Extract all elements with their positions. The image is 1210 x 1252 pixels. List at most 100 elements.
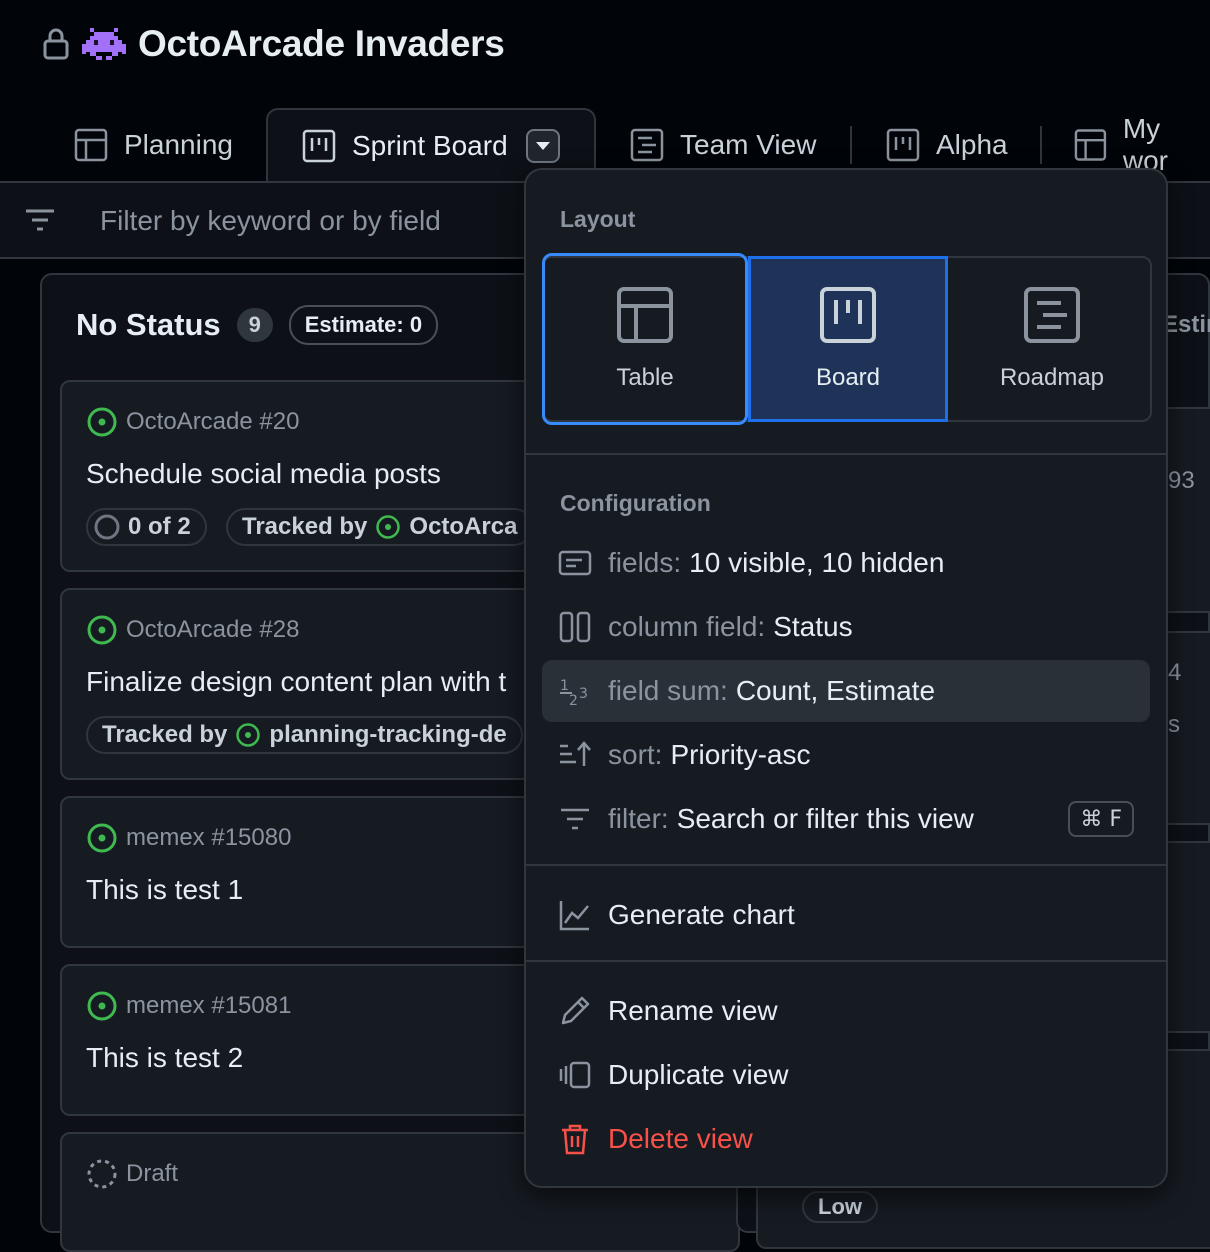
tab-divider bbox=[1040, 126, 1042, 164]
card-ref-fragment: 4 bbox=[1168, 659, 1182, 686]
svg-text:3: 3 bbox=[579, 686, 588, 702]
card-reference[interactable]: OctoArcade #20 bbox=[86, 406, 299, 438]
menu-item-label: Rename view bbox=[608, 995, 778, 1026]
tab-label: Alpha bbox=[936, 129, 1008, 160]
config-value: Count, Estimate bbox=[735, 675, 936, 706]
item-count-badge: 9 bbox=[236, 308, 273, 342]
view-options-button[interactable] bbox=[525, 129, 560, 163]
tab-divider bbox=[850, 126, 852, 164]
table-icon bbox=[1074, 129, 1107, 161]
menu-item-delete-view[interactable]: Delete view bbox=[542, 1108, 1150, 1170]
menu-item-sort[interactable]: sort: Priority-asc bbox=[542, 724, 1150, 786]
keyboard-shortcut: ⌘ F bbox=[1068, 801, 1134, 837]
config-key: field sum: bbox=[608, 675, 728, 706]
project-title: OctoArcade Invaders bbox=[138, 23, 505, 64]
config-value: Search or filter this view bbox=[676, 803, 974, 834]
card-title-fragment: s bbox=[1168, 711, 1180, 738]
tab-label: Planning bbox=[124, 129, 233, 160]
menu-item-fields[interactable]: fields: 10 visible, 10 hidden bbox=[542, 532, 1150, 594]
menu-item-label: Duplicate view bbox=[608, 1059, 789, 1090]
layout-option-board[interactable]: Board bbox=[748, 256, 948, 422]
menu-item-field-sum[interactable]: 123 field sum: Count, Estimate bbox=[542, 660, 1150, 722]
estimate-badge-fragment: Estir bbox=[1162, 311, 1210, 338]
issue-open-icon bbox=[87, 991, 117, 1021]
priority-pill[interactable]: Low bbox=[802, 1191, 878, 1223]
layout-label: Board bbox=[815, 364, 881, 391]
column-header: No Status 9 Estimate: 0 bbox=[76, 305, 439, 345]
tracked-by-pill[interactable]: Tracked by planning-tracking-de bbox=[86, 716, 523, 754]
issue-open-icon bbox=[376, 515, 401, 539]
card-reference[interactable]: OctoArcade #28 bbox=[86, 614, 299, 646]
board-icon bbox=[302, 129, 336, 163]
tab-label: Sprint Board bbox=[352, 130, 508, 161]
chart-icon bbox=[559, 901, 589, 931]
card-reference: Draft bbox=[86, 1158, 178, 1190]
progress-circle-icon bbox=[94, 514, 120, 540]
roadmap-icon bbox=[630, 128, 664, 162]
config-value: Status bbox=[773, 611, 853, 642]
table-icon bbox=[74, 128, 108, 162]
estimate-badge: Estimate: 0 bbox=[288, 305, 439, 345]
card-title[interactable]: Schedule social media posts bbox=[86, 458, 441, 490]
issue-open-icon bbox=[236, 723, 261, 747]
caret-down-icon bbox=[535, 142, 550, 150]
menu-divider bbox=[526, 960, 1166, 962]
card-reference[interactable]: memex #15081 bbox=[86, 990, 291, 1022]
card-title[interactable]: Finalize design content plan with t bbox=[86, 666, 506, 698]
layout-selector: Table Board Roadmap bbox=[542, 253, 1154, 425]
table-icon bbox=[617, 287, 673, 343]
menu-item-duplicate-view[interactable]: Duplicate view bbox=[542, 1044, 1150, 1106]
card-title[interactable]: This is test 2 bbox=[86, 1042, 243, 1074]
lock-icon bbox=[43, 28, 69, 60]
project-header: OctoArcade Invaders Planning Sprint Boar… bbox=[0, 0, 1210, 182]
filter-icon bbox=[561, 808, 589, 830]
card-title[interactable]: This is test 1 bbox=[86, 874, 243, 906]
filter-icon[interactable] bbox=[24, 207, 56, 235]
menu-divider bbox=[526, 864, 1166, 866]
config-key: filter: bbox=[608, 803, 669, 834]
view-options-menu: Layout Table Board Roadmap Configuration… bbox=[524, 168, 1168, 1188]
roadmap-icon bbox=[1024, 287, 1080, 343]
tracked-target: OctoArca bbox=[409, 513, 518, 540]
card-ref-text: Draft bbox=[126, 1160, 179, 1187]
columns-icon bbox=[559, 611, 591, 643]
progress-text: 0 of 2 bbox=[128, 513, 191, 540]
issue-open-icon bbox=[87, 407, 117, 437]
tab-label: Team View bbox=[680, 129, 817, 160]
layout-option-roadmap[interactable]: Roadmap bbox=[950, 256, 1154, 422]
number-icon: 12 3 bbox=[560, 678, 588, 708]
tracked-target: planning-tracking-de bbox=[269, 721, 507, 748]
trash-icon bbox=[562, 1124, 588, 1155]
duplicate-icon bbox=[559, 1061, 591, 1089]
menu-divider bbox=[526, 453, 1166, 455]
card-ref-fragment: 93 bbox=[1168, 467, 1195, 494]
filter-input[interactable]: Filter by keyword or by field bbox=[100, 205, 441, 237]
tracked-label: Tracked by bbox=[102, 721, 228, 748]
config-key: sort: bbox=[608, 739, 663, 770]
menu-item-filter[interactable]: filter: Search or filter this view ⌘ F bbox=[542, 788, 1150, 850]
menu-item-label: Generate chart bbox=[608, 899, 795, 930]
card-ref-text: memex #15080 bbox=[126, 824, 292, 851]
board-icon bbox=[820, 287, 876, 343]
tab-planning[interactable]: Planning bbox=[74, 108, 233, 182]
pencil-icon bbox=[561, 996, 590, 1025]
column-title: No Status bbox=[76, 307, 221, 342]
svg-text:2: 2 bbox=[569, 693, 578, 708]
title-row: OctoArcade Invaders bbox=[42, 22, 505, 66]
layout-section-title: Layout bbox=[560, 206, 636, 232]
sort-asc-icon bbox=[560, 741, 591, 766]
card-ref-text: OctoArcade #28 bbox=[126, 616, 300, 643]
menu-item-label: Delete view bbox=[608, 1123, 753, 1154]
card-ref-text: memex #15081 bbox=[126, 992, 292, 1019]
card-reference[interactable]: memex #15080 bbox=[86, 822, 291, 854]
menu-item-rename-view[interactable]: Rename view bbox=[542, 980, 1150, 1042]
menu-item-column-field[interactable]: column field: Status bbox=[542, 596, 1150, 658]
config-key: fields: bbox=[608, 547, 682, 578]
card-ref-text: OctoArcade #20 bbox=[126, 408, 300, 435]
tracked-by-pill[interactable]: Tracked by OctoArca bbox=[226, 508, 534, 546]
layout-option-table[interactable]: Table bbox=[542, 253, 748, 425]
issue-open-icon bbox=[87, 615, 117, 645]
sub-issues-progress[interactable]: 0 of 2 bbox=[86, 508, 207, 546]
config-value: 10 visible, 10 hidden bbox=[689, 547, 945, 578]
menu-item-generate-chart[interactable]: Generate chart bbox=[542, 884, 1150, 946]
